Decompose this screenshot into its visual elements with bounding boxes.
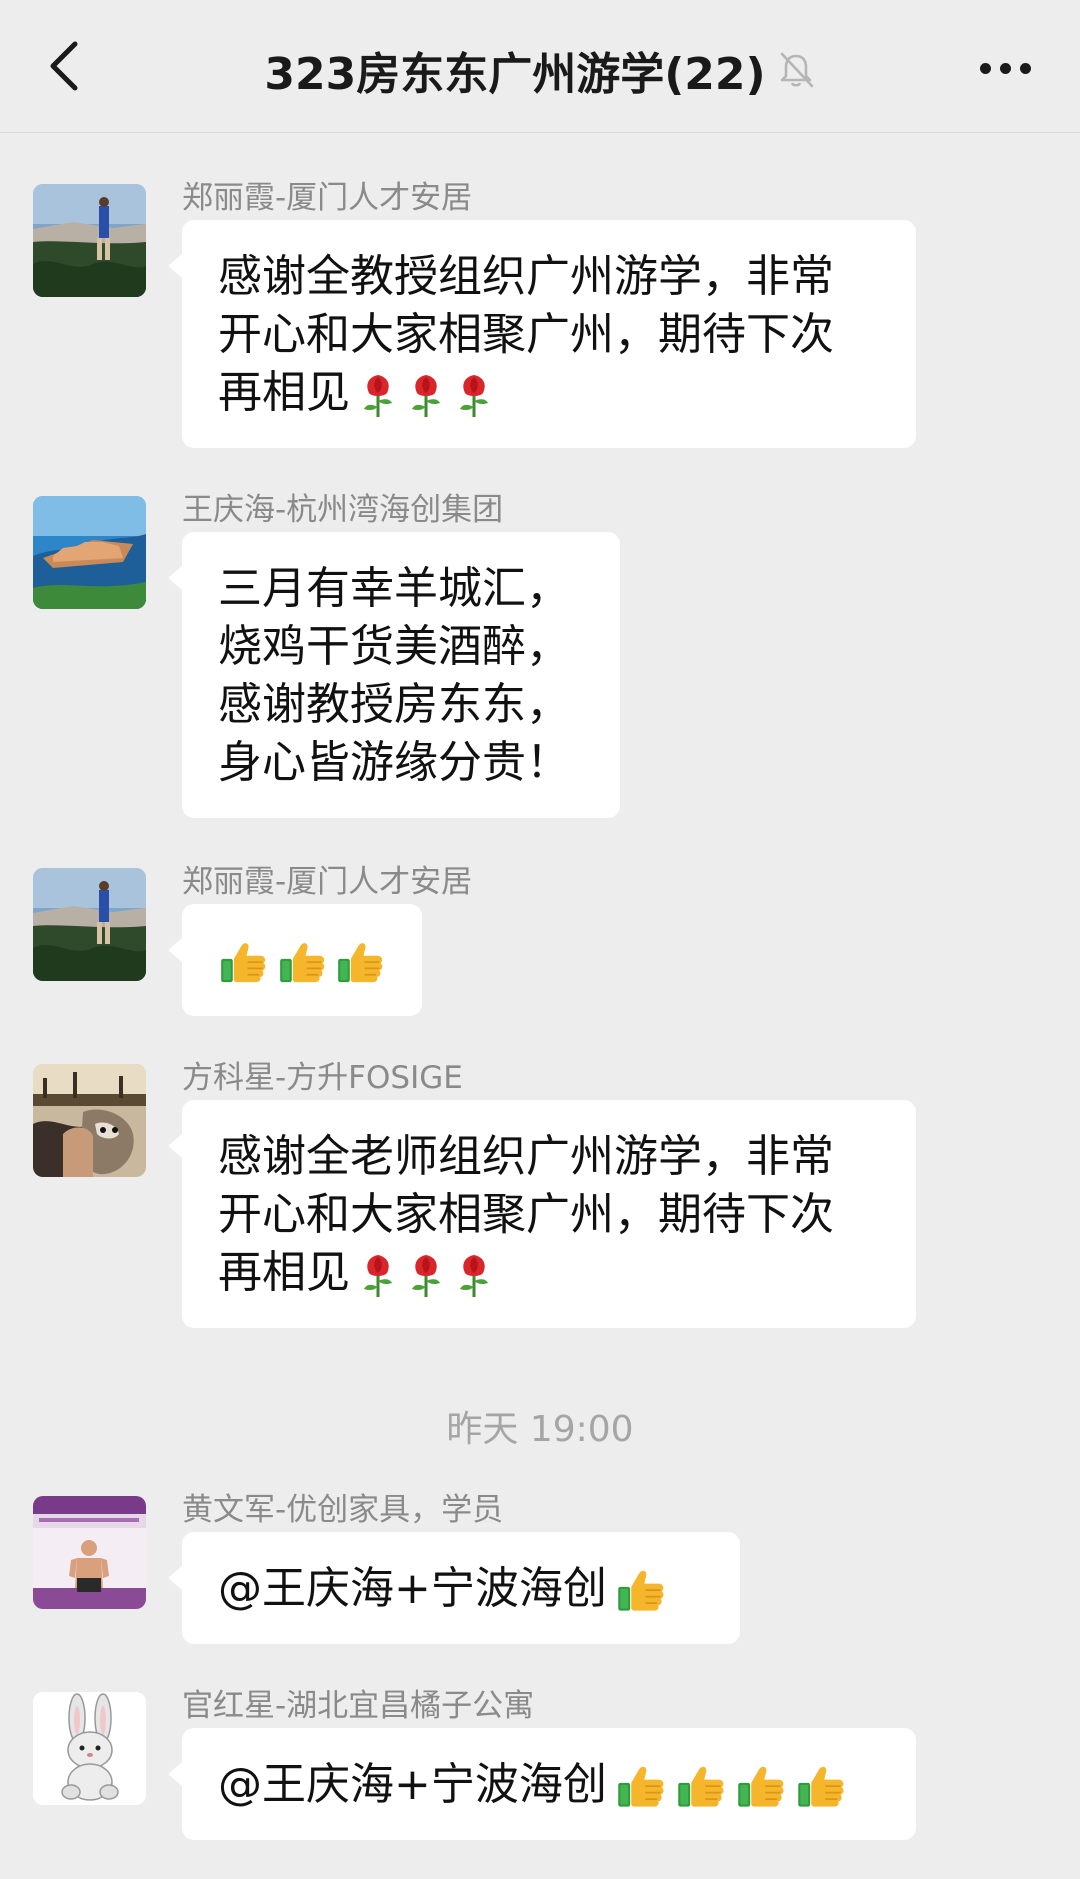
- message-bubble[interactable]: @王庆海+宁波海创: [168, 1532, 740, 1644]
- thumbs-up-icon: [795, 1759, 847, 1811]
- message-bubble[interactable]: @王庆海+宁波海创: [168, 1728, 916, 1840]
- message-text: 感谢全教授组织广州游学，非常 开心和大家相聚广州，期待下次 再相见: [218, 251, 834, 419]
- chevron-left-icon: [50, 41, 78, 91]
- rose-icon: [454, 371, 494, 419]
- rose-icon: [358, 1251, 398, 1299]
- avatar[interactable]: [33, 1692, 146, 1805]
- avatar[interactable]: [33, 184, 146, 297]
- sender-name: 方科星-方升FOSIGE: [182, 1060, 463, 1096]
- message-text: @王庆海+宁波海创: [218, 1560, 704, 1618]
- chat-header: 323房东东广州游学(22): [0, 0, 1080, 133]
- more-dot: [979, 62, 991, 74]
- message-bubble[interactable]: 三月有幸羊城汇， 烧鸡干货美酒醉， 感谢教授房东东， 身心皆游缘分贵！: [168, 532, 620, 818]
- avatar[interactable]: [33, 496, 146, 609]
- chat-title-area[interactable]: 323房东东广州游学(22): [150, 40, 930, 100]
- more-button[interactable]: [970, 44, 1040, 92]
- back-button[interactable]: [36, 38, 92, 94]
- avatar[interactable]: [33, 1496, 146, 1609]
- message-text: @王庆海+宁波海创: [218, 1756, 880, 1814]
- timestamp: 昨天 19:00: [446, 1409, 634, 1450]
- more-dot: [999, 62, 1011, 74]
- message-bubble[interactable]: 感谢全老师组织广州游学，非常 开心和大家相聚广州，期待下次 再相见: [168, 1100, 916, 1328]
- rose-icon: [358, 371, 398, 419]
- chat-title: 323房东东广州游学(22): [264, 49, 766, 100]
- sender-name: 王庆海-杭州湾海创集团: [182, 492, 504, 528]
- bell-off-icon: [776, 50, 816, 90]
- sender-name: 黄文军-优创家具，学员: [182, 1492, 504, 1528]
- more-dot: [1019, 62, 1031, 74]
- thumbs-up-icon: [335, 935, 386, 987]
- avatar[interactable]: [33, 1064, 146, 1177]
- thumbs-up-icon: [615, 1563, 667, 1615]
- message-bubble[interactable]: [168, 904, 422, 1016]
- avatar[interactable]: [33, 868, 146, 981]
- rose-icon: [406, 1251, 446, 1299]
- thumbs-up-icon: [615, 1759, 667, 1811]
- sender-name: 官红星-湖北宜昌橘子公寓: [182, 1688, 535, 1724]
- sender-name: 郑丽霞-厦门人才安居: [182, 180, 473, 216]
- thumbs-up-icon: [675, 1759, 727, 1811]
- thumbs-up-icon: [218, 935, 269, 987]
- thumbs-up-icon: [277, 935, 328, 987]
- emoji-message: [218, 932, 386, 990]
- rose-icon: [454, 1251, 494, 1299]
- message-text: 三月有幸羊城汇， 烧鸡干货美酒醉， 感谢教授房东东， 身心皆游缘分贵！: [218, 563, 570, 788]
- message-bubble[interactable]: 感谢全教授组织广州游学，非常 开心和大家相聚广州，期待下次 再相见: [168, 220, 916, 448]
- sender-name: 郑丽霞-厦门人才安居: [182, 864, 473, 900]
- rose-icon: [406, 371, 446, 419]
- message-text: 感谢全老师组织广州游学，非常 开心和大家相聚广州，期待下次 再相见: [218, 1131, 834, 1299]
- thumbs-up-icon: [735, 1759, 787, 1811]
